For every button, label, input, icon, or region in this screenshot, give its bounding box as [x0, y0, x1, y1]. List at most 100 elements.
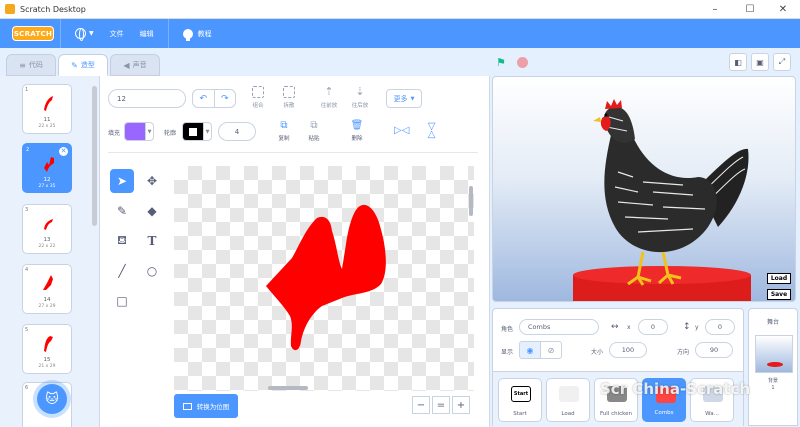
- outline-width-input[interactable]: 4: [218, 122, 256, 141]
- sprite-tile-selected[interactable]: Combs: [642, 378, 686, 422]
- forward-label: 往前放: [320, 103, 338, 109]
- text-tool[interactable]: T: [140, 229, 164, 253]
- stop-icon[interactable]: [517, 57, 528, 68]
- sprite-tile[interactable]: Load: [546, 378, 590, 422]
- costume-list-scrollbar[interactable]: [92, 86, 97, 226]
- hide-sprite-button[interactable]: ⊘: [540, 341, 562, 359]
- choose-costume-button[interactable]: 🐱: [37, 384, 67, 414]
- menu-separator: [167, 19, 169, 48]
- chevron-down-icon: ▼: [89, 30, 94, 37]
- delete-costume-icon[interactable]: ✕: [59, 147, 68, 156]
- select-tool[interactable]: ➤: [110, 169, 134, 193]
- more-label: 更多: [393, 94, 408, 103]
- menu-separator: [60, 19, 61, 48]
- sprite-list: Start Start Load Full chicken Combs Wa..…: [493, 371, 743, 427]
- show-sprite-button[interactable]: ◉: [519, 341, 541, 359]
- forward-button[interactable]: ⇡ 往前放: [314, 86, 344, 110]
- direction-input[interactable]: 90: [695, 342, 733, 358]
- maximize-button[interactable]: ☐: [733, 0, 767, 19]
- costume-item[interactable]: 3 13 22 x 22: [22, 204, 72, 254]
- sprite-tile[interactable]: Start Start: [498, 378, 542, 422]
- load-button[interactable]: Load: [767, 273, 791, 284]
- fill-tool[interactable]: ⛾: [110, 229, 134, 253]
- save-button[interactable]: Save: [767, 289, 791, 300]
- costume-list: 1 11 22 x 25 2 ✕ 12 27 x 35 3 13 22 x 22…: [0, 76, 100, 427]
- size-input[interactable]: 100: [609, 342, 647, 358]
- canvas-horizontal-scrollbar[interactable]: [268, 386, 308, 390]
- tab-costumes[interactable]: ✎ 造型: [58, 54, 108, 76]
- sprite-name-label: 角色: [501, 326, 514, 333]
- brush-icon: ✎: [116, 204, 128, 218]
- tab-sounds[interactable]: ◀ 声音: [110, 54, 160, 76]
- backdrops-count: 1: [771, 385, 775, 391]
- line-tool[interactable]: ╱: [110, 259, 134, 283]
- ungroup-button[interactable]: 拆散: [274, 86, 304, 109]
- sprite-thumbnail: Start: [511, 386, 531, 402]
- stage-thumbnail: [755, 335, 793, 373]
- tab-code[interactable]: ≡ 代码: [6, 54, 56, 76]
- paste-button[interactable]: ⧉ 粘贴: [300, 120, 328, 142]
- fill-label: 填充: [108, 130, 121, 137]
- delete-button[interactable]: 🗑 删除: [343, 120, 371, 142]
- speaker-icon: ◀: [123, 60, 130, 70]
- fill-color-picker[interactable]: ▼: [124, 122, 154, 141]
- tab-costumes-label: 造型: [80, 61, 95, 69]
- costume-item[interactable]: 1 11 22 x 25: [22, 84, 72, 134]
- backward-button[interactable]: ⇣ 往后放: [345, 85, 375, 110]
- y-label: y: [695, 324, 699, 331]
- fullscreen-icon: ⤢: [778, 57, 786, 66]
- convert-to-bitmap-button[interactable]: 转换为位图: [174, 394, 238, 418]
- scratch-logo[interactable]: SCRATCH: [12, 26, 54, 41]
- group-button[interactable]: 组合: [243, 86, 273, 109]
- flip-horizontal-icon[interactable]: ▷◁: [394, 125, 409, 136]
- costume-size: 22 x 25: [38, 124, 56, 129]
- costume-name: 12: [43, 177, 51, 183]
- minimize-button[interactable]: –: [698, 0, 732, 19]
- rectangle-tool[interactable]: □: [110, 289, 134, 313]
- paint-canvas[interactable]: [174, 166, 474, 391]
- show-label: 显示: [501, 349, 514, 356]
- close-button[interactable]: ✕: [766, 0, 800, 19]
- flip-vertical-icon[interactable]: ▷◁: [426, 123, 437, 138]
- file-menu[interactable]: 文件: [102, 19, 132, 48]
- comb-shape[interactable]: [174, 166, 474, 391]
- zoom-reset-button[interactable]: =: [432, 396, 450, 414]
- undo-icon[interactable]: ↶: [193, 90, 215, 107]
- sprite-tile[interactable]: Wa...: [690, 378, 734, 422]
- sprite-name-input[interactable]: Combs: [519, 319, 599, 335]
- zoom-out-button[interactable]: −: [412, 396, 430, 414]
- outline-color-picker[interactable]: ▼: [182, 122, 212, 141]
- small-stage-button[interactable]: ◧: [729, 53, 747, 71]
- canvas-vertical-scrollbar[interactable]: [469, 186, 473, 216]
- costume-number: 3: [25, 207, 29, 213]
- sprite-tile[interactable]: Full chicken: [594, 378, 638, 422]
- language-menu[interactable]: ▼: [67, 19, 102, 48]
- y-position-input[interactable]: 0: [705, 319, 735, 335]
- more-button[interactable]: 更多 ▼: [386, 89, 422, 108]
- brush-tool[interactable]: ✎: [110, 199, 134, 223]
- stage[interactable]: Load Save: [492, 76, 796, 302]
- reshape-tool[interactable]: ✥: [140, 169, 164, 193]
- group-label: 组合: [252, 103, 264, 109]
- eraser-tool[interactable]: ◆: [140, 199, 164, 223]
- edit-menu[interactable]: 编辑: [132, 19, 162, 48]
- backward-icon: ⇣: [355, 85, 365, 98]
- arrow-pointer-icon: ➤: [116, 174, 128, 188]
- redo-icon[interactable]: ↷: [215, 90, 236, 107]
- copy-button[interactable]: ⧉ 复制: [270, 120, 298, 142]
- large-stage-button[interactable]: ▣: [751, 53, 769, 71]
- green-flag-icon[interactable]: ⚑: [496, 56, 506, 69]
- convert-to-bitmap-label: 转换为位图: [196, 403, 230, 411]
- zoom-in-button[interactable]: +: [452, 396, 470, 414]
- x-position-input[interactable]: 0: [638, 319, 668, 335]
- ungroup-icon: [283, 86, 295, 98]
- stage-selector[interactable]: 舞台 背景 1: [748, 308, 798, 426]
- costume-item[interactable]: 4 14 27 x 29: [22, 264, 72, 314]
- circle-tool[interactable]: ○: [140, 259, 164, 283]
- tutorials-menu[interactable]: 教程: [175, 19, 220, 48]
- costume-item-selected[interactable]: 2 ✕ 12 27 x 35: [22, 143, 72, 193]
- costume-item[interactable]: 5 15 21 x 29: [22, 324, 72, 374]
- costume-name-input[interactable]: 12: [108, 89, 186, 108]
- fullscreen-button[interactable]: ⤢: [773, 53, 791, 71]
- toolbar-divider: [108, 152, 478, 153]
